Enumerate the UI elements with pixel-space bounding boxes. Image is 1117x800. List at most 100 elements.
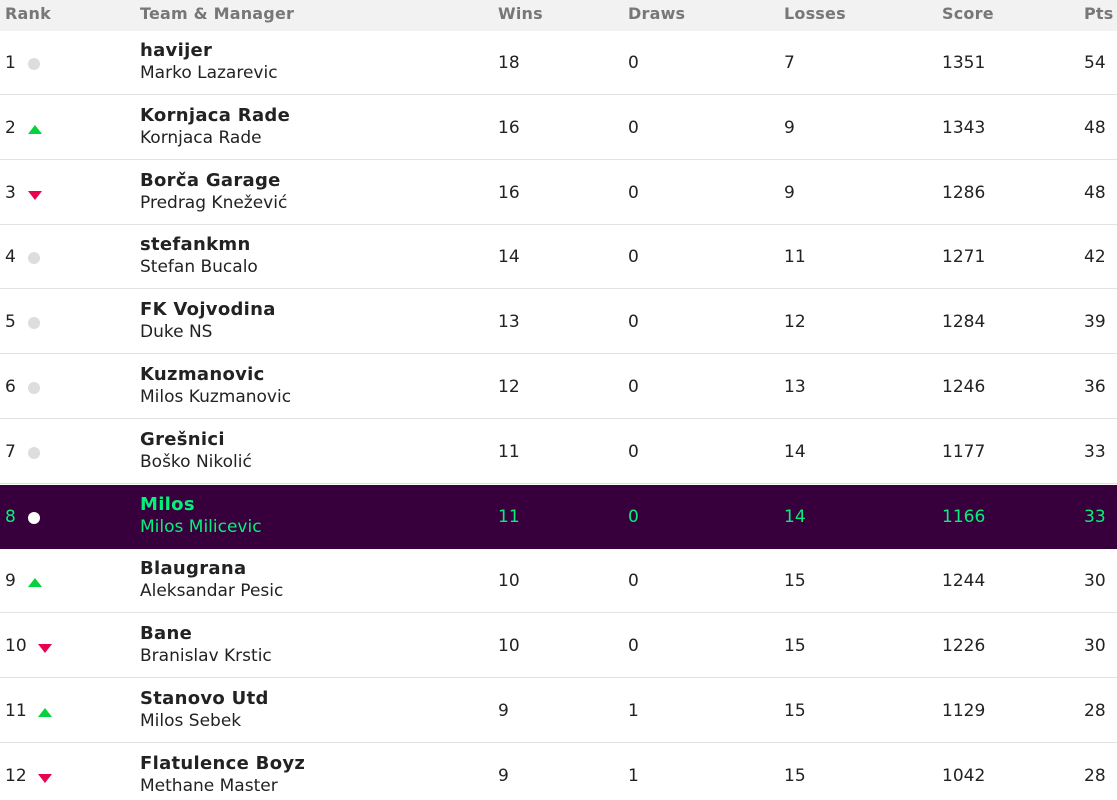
pts-value: 30 xyxy=(1084,571,1106,592)
wins-value: 13 xyxy=(498,312,520,333)
losses-value: 13 xyxy=(784,377,806,397)
draws-value: 0 xyxy=(628,312,639,333)
header-pts[interactable]: Pts xyxy=(1084,4,1114,23)
manager-name: Aleksandar Pesic xyxy=(140,581,284,602)
movement-same-icon xyxy=(28,382,40,394)
rank-number: 11 xyxy=(5,701,27,721)
team-name-link[interactable]: Kuzmanovic xyxy=(140,364,291,386)
league-standings-table: Rank Team & Manager Wins Draws Losses Sc… xyxy=(0,0,1117,800)
rank-number: 10 xyxy=(5,636,27,657)
wins-value: 10 xyxy=(498,571,520,592)
wins-value: 18 xyxy=(498,53,520,73)
table-row[interactable]: 12 Flatulence Boyz Methane Master 9 1 15 1042 2… xyxy=(0,744,1117,800)
table-row[interactable]: 8 Milos Milos Milicevic 11 0 14 1166 33 xyxy=(0,484,1117,549)
manager-name: Marko Lazarevic xyxy=(140,63,278,83)
losses-value: 11 xyxy=(784,247,806,268)
movement-down-icon xyxy=(28,190,42,200)
manager-name: Milos Sebek xyxy=(140,711,242,731)
movement-same-icon xyxy=(28,446,40,459)
team-name-link[interactable]: Bane xyxy=(140,623,272,645)
team-manager-cell[interactable]: havijer Marko Lazarevic xyxy=(140,40,278,84)
team-name-link[interactable]: Blaugrana xyxy=(140,558,283,580)
wins-value: 16 xyxy=(498,117,520,138)
rank-number: 1 xyxy=(5,53,16,73)
wins-value: 16 xyxy=(498,182,520,203)
rank-number: 2 xyxy=(5,117,16,138)
pts-value: 30 xyxy=(1084,636,1106,657)
score-value: 1042 xyxy=(942,765,986,786)
wins-value: 9 xyxy=(498,701,509,721)
manager-name: Milos Milicevic xyxy=(140,516,262,537)
rank-number: 6 xyxy=(5,377,16,397)
table-row[interactable]: 3 Borča Garage Predrag Knežević 16 0 9 1286 48 xyxy=(0,161,1117,225)
wins-value: 9 xyxy=(498,765,509,786)
table-row[interactable]: 4 stefankmn Stefan Bucalo 14 0 11 1271 42 xyxy=(0,225,1117,290)
draws-value: 0 xyxy=(628,117,639,138)
team-name-link[interactable]: Stanovo Utd xyxy=(140,688,269,710)
team-manager-cell[interactable]: Kornjaca Rade Kornjaca Rade xyxy=(140,105,290,149)
table-row[interactable]: 1 havijer Marko Lazarevic 18 0 7 1351 54 xyxy=(0,31,1117,95)
header-wins[interactable]: Wins xyxy=(498,4,543,23)
movement-down-icon xyxy=(38,644,52,654)
score-value: 1177 xyxy=(942,441,986,462)
table-row[interactable]: 6 Kuzmanovic Milos Kuzmanovic 12 0 13 1246 36 xyxy=(0,355,1117,419)
rank-number: 7 xyxy=(5,441,16,462)
team-name-link[interactable]: Flatulence Boyz xyxy=(140,753,305,775)
team-name-link[interactable]: FK Vojvodina xyxy=(140,299,276,321)
losses-value: 15 xyxy=(784,636,806,657)
score-value: 1286 xyxy=(942,182,986,203)
header-losses[interactable]: Losses xyxy=(784,4,846,23)
movement-up-icon xyxy=(28,124,42,134)
header-score[interactable]: Score xyxy=(942,4,994,23)
table-row[interactable]: 9 Blaugrana Aleksandar Pesic 10 0 15 1244 30 xyxy=(0,549,1117,614)
manager-name: Kornjaca Rade xyxy=(140,127,262,148)
movement-same-icon xyxy=(28,317,40,330)
pts-value: 42 xyxy=(1084,247,1106,268)
table-row[interactable]: 11 Stanovo Utd Milos Sebek 9 1 15 1129 28 xyxy=(0,679,1117,743)
score-value: 1351 xyxy=(942,53,986,73)
header-rank[interactable]: Rank xyxy=(5,4,51,23)
team-name-link[interactable]: Borča Garage xyxy=(140,170,287,192)
rank-number: 9 xyxy=(5,571,16,592)
table-row[interactable]: 5 FK Vojvodina Duke NS 13 0 12 1284 39 xyxy=(0,290,1117,355)
rank-number: 8 xyxy=(5,506,16,527)
losses-value: 15 xyxy=(784,701,806,721)
score-value: 1226 xyxy=(942,636,986,657)
rank-number: 12 xyxy=(5,765,27,786)
losses-value: 14 xyxy=(784,506,806,527)
table-row[interactable]: 2 Kornjaca Rade Kornjaca Rade 16 0 9 1343 48 xyxy=(0,96,1117,160)
losses-value: 12 xyxy=(784,312,806,333)
score-value: 1284 xyxy=(942,312,986,333)
table-header: Rank Team & Manager Wins Draws Losses Sc… xyxy=(0,0,1117,31)
team-manager-cell[interactable]: stefankmn Stefan Bucalo xyxy=(140,234,258,278)
team-manager-cell[interactable]: Borča Garage Predrag Knežević xyxy=(140,170,287,214)
team-manager-cell[interactable]: Grešnici Boško Nikolić xyxy=(140,429,252,473)
team-manager-cell[interactable]: Flatulence Boyz Methane Master xyxy=(140,753,305,797)
team-name-link[interactable]: stefankmn xyxy=(140,234,258,256)
team-manager-cell[interactable]: Milos Milos Milicevic xyxy=(140,494,262,538)
score-value: 1166 xyxy=(942,506,986,527)
team-name-link[interactable]: Kornjaca Rade xyxy=(140,105,290,127)
table-row[interactable]: 10 Bane Branislav Krstic 10 0 15 1226 30 xyxy=(0,614,1117,679)
score-value: 1271 xyxy=(942,247,986,268)
manager-name: Stefan Bucalo xyxy=(140,257,258,278)
score-value: 1246 xyxy=(942,377,986,397)
header-team-manager[interactable]: Team & Manager xyxy=(140,4,294,23)
pts-value: 36 xyxy=(1084,377,1106,397)
draws-value: 0 xyxy=(628,53,639,73)
header-draws[interactable]: Draws xyxy=(628,4,685,23)
team-name-link[interactable]: havijer xyxy=(140,40,278,62)
team-manager-cell[interactable]: Stanovo Utd Milos Sebek xyxy=(140,688,269,732)
team-name-link[interactable]: Milos xyxy=(140,494,262,516)
team-manager-cell[interactable]: Bane Branislav Krstic xyxy=(140,623,272,667)
team-manager-cell[interactable]: Blaugrana Aleksandar Pesic xyxy=(140,558,283,602)
movement-same-icon xyxy=(28,252,40,265)
team-name-link[interactable]: Grešnici xyxy=(140,429,252,451)
team-manager-cell[interactable]: FK Vojvodina Duke NS xyxy=(140,299,276,343)
table-row[interactable]: 7 Grešnici Boško Nikolić 11 0 14 1177 33 xyxy=(0,420,1117,484)
losses-value: 15 xyxy=(784,571,806,592)
manager-name: Milos Kuzmanovic xyxy=(140,387,292,407)
losses-value: 15 xyxy=(784,765,806,786)
pts-value: 28 xyxy=(1084,765,1106,786)
team-manager-cell[interactable]: Kuzmanovic Milos Kuzmanovic xyxy=(140,364,291,408)
